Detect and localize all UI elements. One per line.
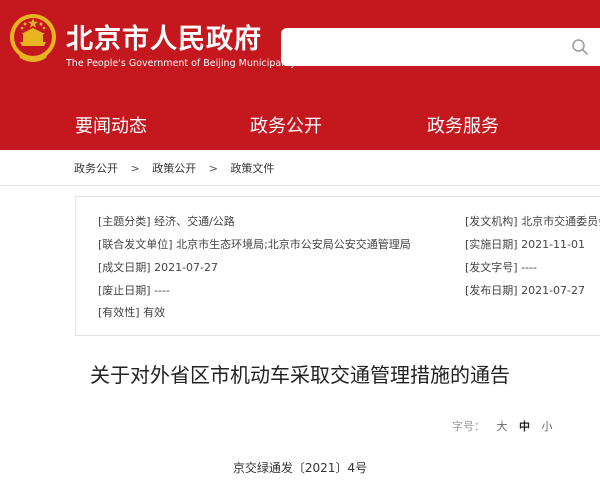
nav-item-government-affairs[interactable]: 政务公开 <box>250 112 322 138</box>
meta-validity: [有效性] 有效 <box>98 304 165 320</box>
main-nav: 要闻动态 政务公开 政务服务 <box>0 100 600 150</box>
search-box <box>281 28 600 66</box>
meta-publish-date-value: 2021-07-27 <box>521 284 586 297</box>
site-header: 北京市人民政府 The People's Government of Beiji… <box>0 0 600 150</box>
meta-publish-date-label: [发布日期] <box>465 284 518 297</box>
breadcrumb-item-policy-documents[interactable]: 政策文件 <box>230 162 274 175</box>
site-subtitle: The People's Government of Beijing Munic… <box>66 58 296 69</box>
meta-effective-date-label: [实施日期] <box>465 238 518 251</box>
breadcrumb: 政务公开 > 政策公开 > 政策文件 <box>74 160 274 176</box>
meta-repeal-date-value: ---- <box>154 284 170 297</box>
meta-issuing-org-value: 北京市交通委员会 <box>521 215 600 228</box>
font-size-label: 字号： <box>452 420 485 433</box>
font-size-small[interactable]: 小 <box>542 420 553 433</box>
meta-issuing-org-label: [发文机构] <box>465 215 518 228</box>
font-size-large[interactable]: 大 <box>497 420 508 433</box>
font-size-medium[interactable]: 中 <box>519 420 530 433</box>
meta-subject: [主题分类] 经济、交通/公路 <box>98 213 235 229</box>
meta-written-date-value: 2021-07-27 <box>154 261 219 274</box>
national-emblem-icon[interactable] <box>8 12 58 66</box>
breadcrumb-separator: > <box>130 162 140 175</box>
meta-doc-number-label: [发文字号] <box>465 261 518 274</box>
meta-joint-issuer-value: 北京市生态环境局;北京市公安局公安交通管理局 <box>176 238 411 251</box>
meta-subject-label: [主题分类] <box>98 215 151 228</box>
article-title: 关于对外省区市机动车采取交通管理措施的通告 <box>90 363 510 387</box>
meta-joint-issuer-label: [联合发文单位] <box>98 238 173 251</box>
meta-repeal-date-label: [废止日期] <box>98 284 151 297</box>
meta-validity-value: 有效 <box>143 306 166 319</box>
meta-written-date-label: [成文日期] <box>98 261 151 274</box>
meta-issuing-org: [发文机构] 北京市交通委员会 <box>465 213 600 229</box>
meta-written-date: [成文日期] 2021-07-27 <box>98 259 218 275</box>
meta-subject-value: 经济、交通/公路 <box>154 215 235 228</box>
search-icon[interactable] <box>571 38 589 56</box>
site-title[interactable]: 北京市人民政府 <box>66 17 262 56</box>
meta-effective-date: [实施日期] 2021-11-01 <box>465 236 585 252</box>
header-divider <box>0 185 600 186</box>
document-metadata-panel: [主题分类] 经济、交通/公路 [联合发文单位] 北京市生态环境局;北京市公安局… <box>75 196 600 336</box>
meta-doc-number-value: ---- <box>521 261 537 274</box>
meta-effective-date-value: 2021-11-01 <box>521 238 586 251</box>
breadcrumb-item-government-affairs[interactable]: 政务公开 <box>74 162 118 175</box>
meta-repeal-date: [废止日期] ---- <box>98 282 170 298</box>
document-number: 京交绿通发〔2021〕4号 <box>232 461 368 475</box>
meta-joint-issuer: [联合发文单位] 北京市生态环境局;北京市公安局公安交通管理局 <box>98 236 411 252</box>
nav-item-news[interactable]: 要闻动态 <box>75 112 147 138</box>
nav-item-services[interactable]: 政务服务 <box>427 112 499 138</box>
breadcrumb-item-policy-disclosure[interactable]: 政策公开 <box>152 162 196 175</box>
font-size-selector: 字号： 大 中 小 <box>452 418 553 434</box>
meta-validity-label: [有效性] <box>98 306 140 319</box>
meta-doc-number: [发文字号] ---- <box>465 259 537 275</box>
breadcrumb-separator: > <box>208 162 218 175</box>
meta-publish-date: [发布日期] 2021-07-27 <box>465 282 585 298</box>
search-input[interactable] <box>281 28 561 66</box>
